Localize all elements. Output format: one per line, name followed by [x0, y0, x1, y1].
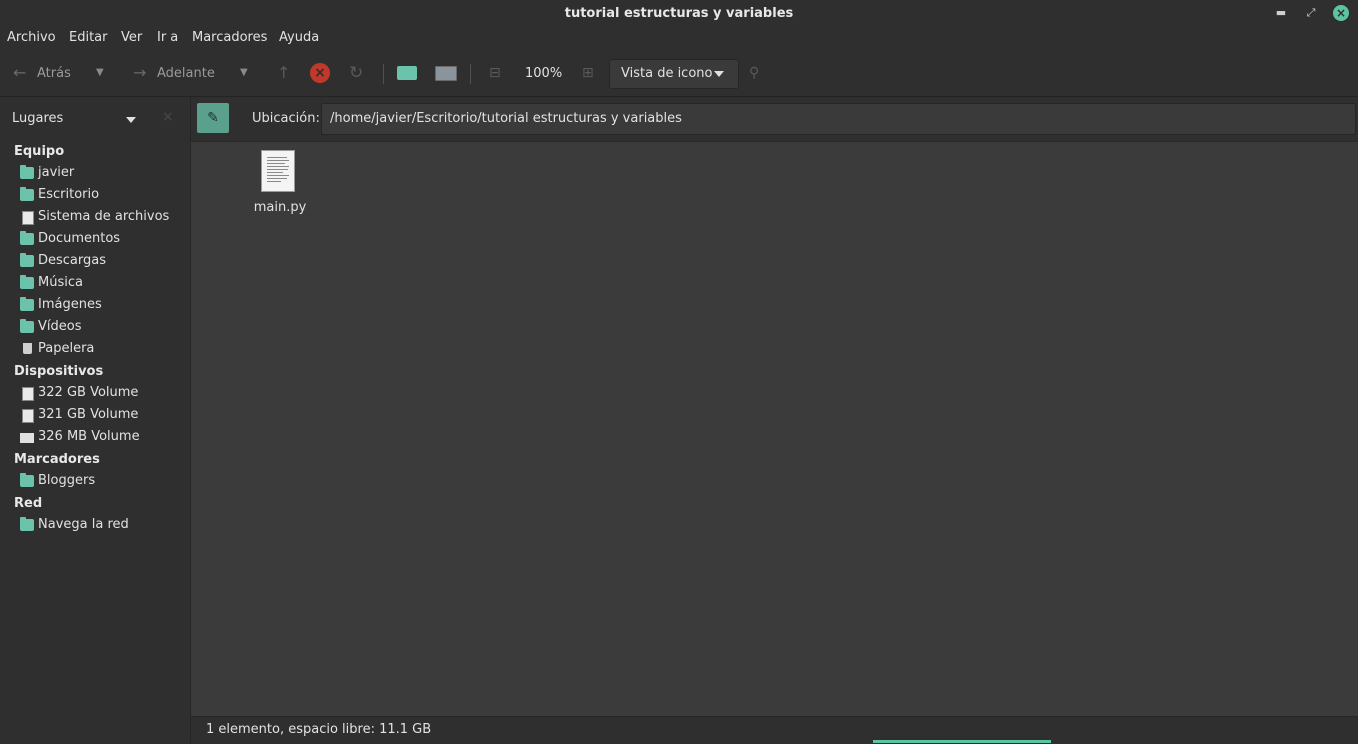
desktop-folder-icon	[20, 187, 34, 201]
drive-icon	[22, 387, 34, 401]
sidebar-item-papelera[interactable]: Papelera	[20, 340, 188, 360]
sidebar-section-equipo: Equipo	[14, 144, 65, 159]
close-sidebar-icon[interactable]: ×	[162, 109, 174, 125]
sidebar-item-322gb-volume[interactable]: 322 GB Volume	[20, 384, 188, 404]
sidebar-item-label: 321 GB Volume	[38, 407, 139, 422]
window-title: tutorial estructuras y variables	[564, 6, 794, 21]
view-mode-label: Vista de icono	[621, 66, 713, 81]
sidebar-item-label: Vídeos	[38, 319, 82, 334]
menu-ver[interactable]: Ver	[121, 30, 142, 45]
sidebar-item-label: Imágenes	[38, 297, 102, 312]
back-button[interactable]: Atrás	[37, 66, 71, 81]
sidebar-item-navega-la-red[interactable]: Navega la red	[20, 516, 188, 536]
sidebar-item-musica[interactable]: Música	[20, 274, 188, 294]
forward-arrow-icon[interactable]: →	[133, 50, 146, 96]
file-item[interactable]: main.py	[249, 150, 311, 220]
file-view[interactable]: main.py	[191, 141, 1358, 717]
drive-icon	[22, 211, 34, 225]
sidebar-item-label: javier	[38, 165, 75, 180]
sidebar-item-label: Papelera	[38, 341, 95, 356]
location-path: /home/javier/Escritorio/tutorial estruct…	[330, 111, 682, 126]
sidebar-item-321gb-volume[interactable]: 321 GB Volume	[20, 406, 188, 426]
folder-icon	[20, 473, 34, 487]
sidebar-item-bloggers[interactable]: Bloggers	[20, 472, 188, 492]
maximize-button[interactable]: ⤢	[1302, 4, 1320, 22]
pictures-folder-icon	[20, 297, 34, 311]
status-text: 1 elemento, espacio libre: 11.1 GB	[206, 722, 432, 737]
sidebar-header[interactable]: Lugares	[12, 111, 63, 126]
forward-button[interactable]: Adelante	[157, 66, 215, 81]
sidebar-item-javier[interactable]: javier	[20, 164, 188, 184]
chevron-down-icon[interactable]	[126, 117, 136, 123]
menu-ir-a[interactable]: Ir a	[157, 30, 178, 45]
status-bar: 1 elemento, espacio libre: 11.1 GB	[191, 716, 1358, 744]
menu-bar: Archivo Editar Ver Ir a Marcadores Ayuda	[0, 26, 1358, 50]
reload-icon[interactable]: ↻	[349, 50, 363, 96]
zoom-level: 100%	[525, 66, 563, 81]
music-folder-icon	[20, 275, 34, 289]
documents-folder-icon	[20, 231, 34, 245]
location-bar: ✎ Ubicación: /home/javier/Escritorio/tut…	[191, 97, 1358, 141]
toolbar-separator	[383, 64, 384, 84]
downloads-folder-icon	[20, 253, 34, 267]
text-file-icon	[261, 150, 295, 192]
toolbar-separator	[470, 64, 471, 84]
videos-folder-icon	[20, 319, 34, 333]
location-input[interactable]: /home/javier/Escritorio/tutorial estruct…	[321, 103, 1356, 135]
sidebar-item-documentos[interactable]: Documentos	[20, 230, 188, 250]
edit-location-button[interactable]: ✎	[197, 103, 229, 133]
menu-editar[interactable]: Editar	[69, 30, 108, 45]
sidebar-item-label: Música	[38, 275, 83, 290]
home-folder-icon	[20, 165, 34, 179]
removable-drive-icon	[20, 433, 34, 443]
sidebar-item-escritorio[interactable]: Escritorio	[20, 186, 188, 206]
sidebar-item-label: Descargas	[38, 253, 107, 268]
sidebar-item-videos[interactable]: Vídeos	[20, 318, 188, 338]
sidebar-item-label: Sistema de archivos	[38, 209, 170, 224]
sidebar-item-label: Documentos	[38, 231, 121, 246]
sidebar-section-red: Red	[14, 496, 43, 511]
view-mode-select[interactable]: Vista de icono	[609, 59, 739, 89]
chevron-down-icon	[714, 71, 724, 77]
sidebar-item-326mb-volume[interactable]: 326 MB Volume	[20, 428, 188, 448]
sidebar-item-label: 322 GB Volume	[38, 385, 139, 400]
sidebar-item-descargas[interactable]: Descargas	[20, 252, 188, 272]
computer-icon[interactable]	[435, 66, 457, 81]
drive-icon	[22, 409, 34, 423]
sidebar-item-label: 326 MB Volume	[38, 429, 140, 444]
trash-icon	[23, 343, 32, 354]
forward-history-dropdown-icon[interactable]: ▼	[240, 50, 248, 96]
sidebar-section-marcadores: Marcadores	[14, 452, 100, 467]
sidebar-section-dispositivos: Dispositivos	[14, 364, 104, 379]
network-icon	[20, 517, 34, 531]
zoom-in-icon[interactable]: ⊞	[582, 50, 594, 96]
menu-ayuda[interactable]: Ayuda	[279, 30, 319, 45]
sidebar-item-sistema-de-archivos[interactable]: Sistema de archivos	[20, 208, 188, 228]
pencil-icon: ✎	[207, 110, 219, 126]
back-history-dropdown-icon[interactable]: ▼	[96, 50, 104, 96]
title-bar: tutorial estructuras y variables ▬ ⤢ ×	[0, 0, 1358, 26]
back-arrow-icon[interactable]: ←	[13, 50, 26, 96]
minimize-button[interactable]: ▬	[1272, 4, 1290, 22]
zoom-out-icon[interactable]: ⊟	[489, 50, 501, 96]
menu-archivo[interactable]: Archivo	[7, 30, 56, 45]
location-label: Ubicación:	[252, 111, 320, 126]
sidebar: Lugares × Equipo javier Escritorio Siste…	[0, 97, 191, 743]
stop-icon[interactable]: ×	[310, 63, 330, 83]
close-button[interactable]: ×	[1333, 5, 1349, 21]
file-name: main.py	[253, 200, 307, 215]
sidebar-item-label: Navega la red	[38, 517, 129, 532]
menu-marcadores[interactable]: Marcadores	[192, 30, 267, 45]
sidebar-item-label: Bloggers	[38, 473, 96, 488]
search-icon[interactable]: ⚲	[749, 50, 759, 96]
sidebar-item-imagenes[interactable]: Imágenes	[20, 296, 188, 316]
up-arrow-icon[interactable]: ↑	[277, 50, 290, 96]
home-folder-icon[interactable]	[397, 66, 417, 80]
sidebar-item-label: Escritorio	[38, 187, 100, 202]
